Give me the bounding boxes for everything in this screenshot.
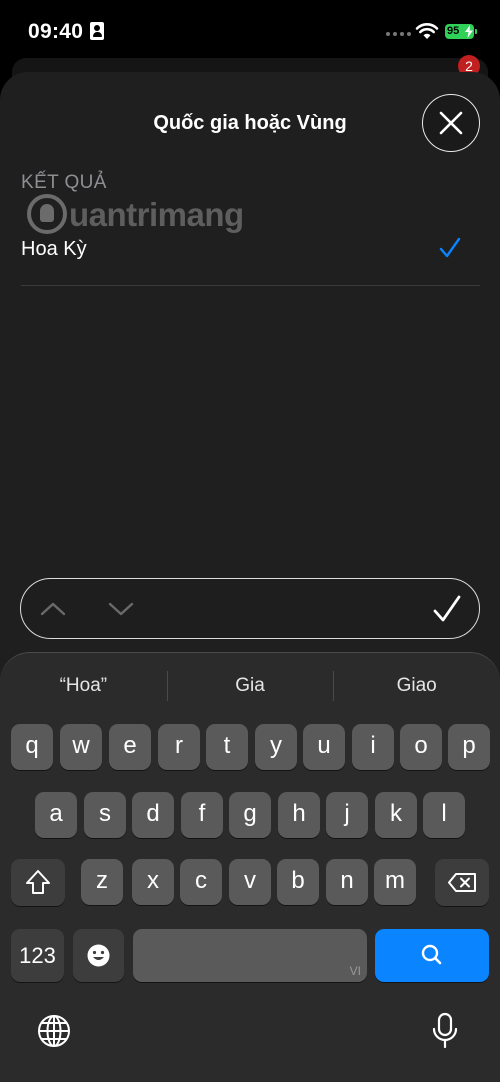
key-i[interactable]: i	[352, 724, 394, 770]
key-m[interactable]: m	[374, 859, 416, 905]
backspace-key[interactable]	[435, 859, 489, 906]
battery-cap	[475, 29, 477, 34]
chevron-down-icon[interactable]	[107, 597, 135, 621]
suggestion-item[interactable]: Giao	[333, 669, 500, 703]
contact-card-icon	[90, 22, 104, 40]
key-o[interactable]: o	[400, 724, 442, 770]
result-row-hoa-ky[interactable]: Hoa Kỳ	[21, 230, 480, 286]
key-y[interactable]: y	[255, 724, 297, 770]
keyboard: “Hoa” Gia Giao q w e r t y u i o p a s d…	[0, 652, 500, 1082]
search-key[interactable]	[375, 929, 489, 982]
done-checkmark-icon[interactable]	[433, 594, 461, 624]
suggestion-item[interactable]: Gia	[166, 669, 334, 703]
suggestion-bar: “Hoa” Gia Giao	[0, 669, 500, 703]
search-icon	[421, 944, 442, 965]
key-s[interactable]: s	[84, 792, 126, 838]
shift-key[interactable]	[11, 859, 65, 906]
key-c[interactable]: c	[180, 859, 222, 905]
watermark-text: uantrimang	[69, 196, 244, 233]
key-z[interactable]: z	[81, 859, 123, 905]
chevron-up-icon[interactable]	[39, 597, 67, 621]
backspace-icon	[448, 873, 476, 892]
status-time: 09:40	[28, 20, 84, 43]
checkmark-icon	[439, 237, 461, 258]
key-t[interactable]: t	[206, 724, 248, 770]
key-e[interactable]: e	[109, 724, 151, 770]
key-h[interactable]: h	[278, 792, 320, 838]
charging-bolt-icon	[465, 25, 473, 38]
key-q[interactable]: q	[11, 724, 53, 770]
key-d[interactable]: d	[132, 792, 174, 838]
key-b[interactable]: b	[277, 859, 319, 905]
key-a[interactable]: a	[35, 792, 77, 838]
key-x[interactable]: x	[132, 859, 174, 905]
key-n[interactable]: n	[326, 859, 368, 905]
emoji-icon	[87, 944, 110, 967]
globe-icon[interactable]	[36, 1013, 72, 1049]
lightbulb-icon	[27, 194, 67, 234]
numbers-key[interactable]: 123	[11, 929, 64, 982]
key-j[interactable]: j	[326, 792, 368, 838]
microphone-icon[interactable]	[430, 1011, 460, 1051]
key-k[interactable]: k	[375, 792, 417, 838]
keyboard-toolbar	[20, 578, 480, 639]
result-label: Hoa Kỳ	[21, 238, 87, 260]
key-v[interactable]: v	[229, 859, 271, 905]
key-f[interactable]: f	[181, 792, 223, 838]
results-section-header: KẾT QUẢ	[21, 172, 107, 193]
battery-level: 95	[447, 25, 460, 37]
key-u[interactable]: u	[303, 724, 345, 770]
close-icon	[439, 111, 463, 135]
space-key[interactable]: VI	[133, 929, 367, 982]
status-bar: 09:40 95	[0, 0, 500, 62]
key-l[interactable]: l	[423, 792, 465, 838]
key-w[interactable]: w	[60, 724, 102, 770]
shift-arrow-icon	[26, 870, 50, 894]
keyboard-language-label: VI	[349, 964, 361, 978]
battery-indicator: 95	[445, 24, 474, 39]
close-button[interactable]	[422, 94, 480, 152]
key-r[interactable]: r	[158, 724, 200, 770]
cellular-signal-icon	[386, 32, 411, 36]
screen: 09:40 95 2 Quốc gia hoặc Vùng KẾT QUẢ ua…	[0, 0, 500, 1082]
key-g[interactable]: g	[229, 792, 271, 838]
key-p[interactable]: p	[448, 724, 490, 770]
suggestion-item[interactable]: “Hoa”	[0, 669, 167, 703]
wifi-icon	[415, 23, 439, 39]
emoji-key[interactable]	[73, 929, 124, 982]
